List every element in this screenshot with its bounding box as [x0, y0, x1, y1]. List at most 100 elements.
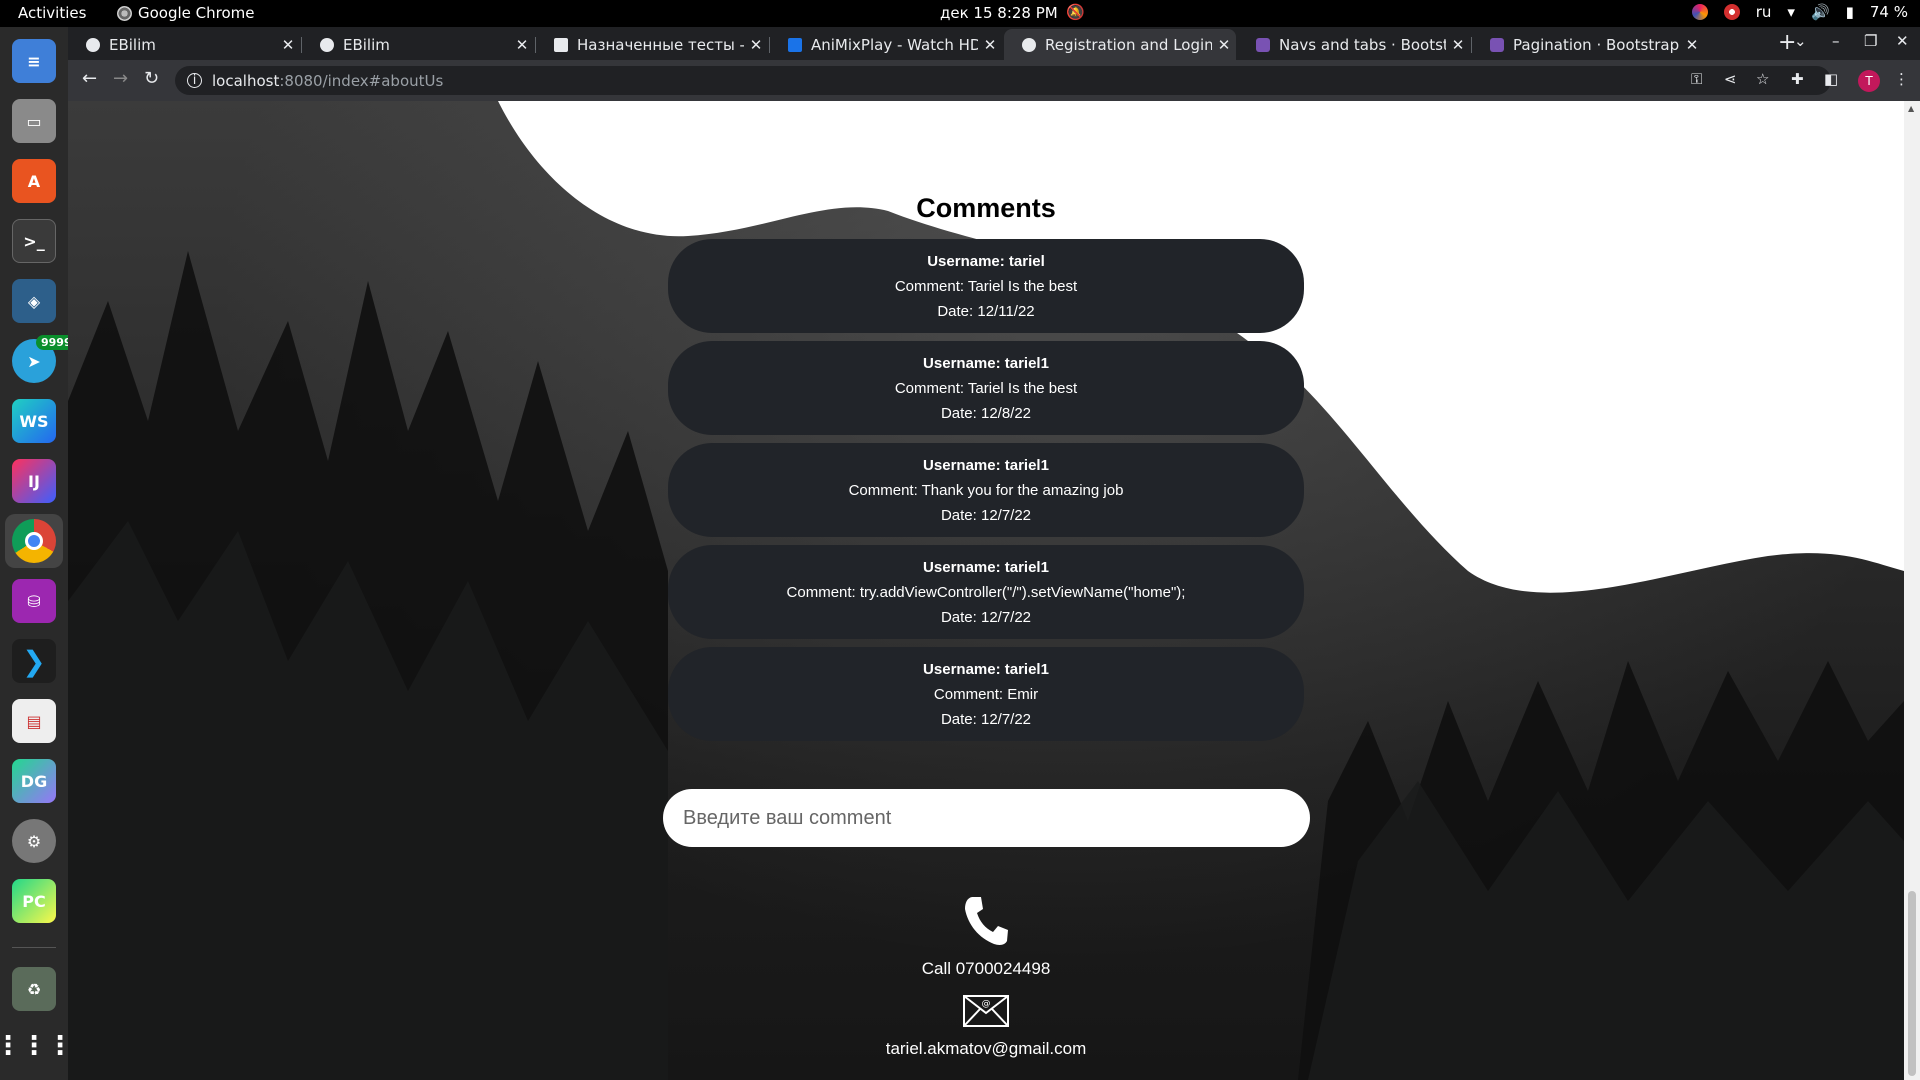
share-icon[interactable]: ⋖ [1724, 70, 1737, 88]
color-picker-icon[interactable] [1691, 4, 1708, 20]
browser-tab-active[interactable]: Registration and Login S ✕ [1004, 29, 1236, 60]
activities-button[interactable]: Activities [18, 4, 86, 22]
app-name: Google Chrome [138, 4, 255, 22]
app-menu[interactable]: Google Chrome [117, 4, 255, 22]
email-text: tariel.akmatov@gmail.com [885, 1039, 1087, 1058]
browser-tab[interactable]: Назначенные тесты - Те ✕ [536, 29, 768, 60]
comment-date: Date: 12/7/22 [940, 711, 1032, 728]
intellij-icon[interactable]: IJ [12, 459, 56, 503]
clock[interactable]: дек 15 8:28 PM [940, 4, 1058, 22]
comment-card: Username: tariel1 Comment: Thank you for… [668, 443, 1304, 537]
close-tab-icon[interactable]: ✕ [978, 36, 1002, 54]
comment-text: Comment: Tariel Is the best [894, 380, 1078, 397]
browser-tab[interactable]: AniMixPlay - Watch HD A ✕ [770, 29, 1002, 60]
show-apps-icon[interactable]: ⋮⋮⋮ [0, 1024, 73, 1068]
side-panel-icon[interactable]: ◧ [1824, 70, 1838, 88]
tab-title: Navs and tabs · Bootstra [1279, 35, 1446, 54]
document-icon [554, 37, 568, 52]
dock-separator [12, 947, 56, 948]
trash-icon[interactable]: ♻ [12, 967, 56, 1011]
volume-icon[interactable]: 🔊 [1811, 3, 1830, 21]
database-icon[interactable]: ⛁ [12, 579, 56, 623]
comment-date: Date: 12/11/22 [937, 303, 1035, 320]
comment-input[interactable] [663, 789, 1310, 847]
tab-title: AniMixPlay - Watch HD A [811, 35, 978, 54]
comment-text: Comment: Tariel Is the best [894, 278, 1078, 295]
close-tab-icon[interactable]: ✕ [510, 36, 534, 54]
close-tab-icon[interactable]: ✕ [1680, 36, 1704, 54]
tab-search-icon[interactable]: ⌄ [1794, 32, 1807, 50]
terminal-icon[interactable]: >_ [12, 219, 56, 263]
files-icon[interactable]: ▭ [12, 99, 56, 143]
vscode-icon[interactable]: ❯ [12, 639, 56, 683]
close-tab-icon[interactable]: ✕ [744, 36, 768, 54]
chrome-tray-icon[interactable] [1723, 4, 1740, 20]
phone-icon [965, 897, 1008, 945]
telegram-icon[interactable]: ➤ 9999 [12, 335, 77, 383]
close-window-icon[interactable]: ✕ [1896, 32, 1909, 50]
pycharm-icon[interactable]: PC [12, 879, 56, 923]
forward-icon[interactable]: → [113, 68, 128, 89]
tab-title: EBilim [343, 35, 390, 54]
browser-toolbar: ← → ↻ i localhost:8080/index#aboutUs ⚿ ⋖… [68, 60, 1920, 101]
comment-text: Comment: Emir [933, 686, 1039, 703]
comments-heading: Comments [916, 193, 1056, 223]
browser-tab[interactable]: Pagination · Bootstrap ✕ [1472, 29, 1704, 60]
battery-icon[interactable]: ▮ [1846, 3, 1854, 21]
tab-title: Registration and Login S [1045, 35, 1212, 54]
text-editor-icon[interactable]: ≡ [12, 39, 56, 83]
webstorm-icon[interactable]: WS [12, 399, 56, 443]
extensions-icon[interactable]: ✚ [1791, 70, 1804, 88]
comment-username: Username: tariel [927, 253, 1045, 270]
system-tray[interactable]: ru ▾ 🔊 ▮ 74 % [1691, 3, 1908, 21]
restore-icon[interactable]: ❐ [1864, 32, 1877, 50]
scroll-up-arrow-icon[interactable]: ▲ [1908, 104, 1914, 113]
comment-text: Comment: Thank you for the amazing job [848, 482, 1124, 499]
globe-icon [1022, 37, 1036, 52]
settings-icon[interactable]: ⚙ [12, 819, 56, 863]
comment-text: Comment: try.addViewController("/").setV… [786, 584, 1186, 601]
menu-kebab-icon[interactable]: ⋮ [1894, 70, 1909, 88]
tab-title: Назначенные тесты - Те [577, 35, 744, 54]
tab-title: EBilim [109, 35, 156, 54]
scrollbar-thumb[interactable] [1908, 891, 1916, 1076]
site-info-icon[interactable]: i [187, 73, 202, 88]
bootstrap-icon [1256, 37, 1270, 52]
datagrip-icon[interactable]: DG [12, 759, 56, 803]
key-icon[interactable]: ⚿ [1691, 70, 1702, 88]
mysql-workbench-icon[interactable]: ◈ [12, 279, 56, 323]
page-scrollbar[interactable]: ▲ [1904, 101, 1920, 1080]
tab-title: Pagination · Bootstrap [1513, 35, 1680, 54]
comment-username: Username: tariel1 [923, 457, 1049, 474]
minimize-icon[interactable]: – [1832, 32, 1840, 50]
globe-icon [320, 37, 334, 52]
profile-avatar[interactable]: T [1858, 70, 1880, 92]
comment-card: Username: tariel1 Comment: Tariel Is the… [668, 341, 1304, 435]
tab-strip: EBilim ✕ EBilim ✕ Назначенные тесты - Те… [68, 27, 1920, 60]
close-tab-icon[interactable]: ✕ [276, 36, 300, 54]
browser-tab[interactable]: EBilim ✕ [68, 29, 300, 60]
comment-card: Username: tariel1 Comment: try.addViewCo… [668, 545, 1304, 639]
comment-username: Username: tariel1 [923, 559, 1049, 576]
document-viewer-icon[interactable]: ▤ [12, 699, 56, 743]
comment-card: Username: tariel Comment: Tariel Is the … [668, 239, 1304, 333]
browser-tab[interactable]: EBilim ✕ [302, 29, 534, 60]
reload-icon[interactable]: ↻ [144, 68, 159, 89]
close-tab-icon[interactable]: ✕ [1212, 36, 1236, 54]
notifications-muted-icon: 🔕 [1066, 3, 1085, 21]
dock: ≡ ▭ A >_ ◈ ➤ 9999 WS IJ ⛁ ❯ ▤ DG ⚙ PC ♻ … [0, 27, 77, 1080]
keyboard-layout[interactable]: ru [1756, 3, 1772, 21]
wifi-icon[interactable]: ▾ [1787, 3, 1795, 21]
comment-date: Date: 12/7/22 [940, 609, 1032, 626]
back-icon[interactable]: ← [82, 68, 97, 89]
comment-date: Date: 12/7/22 [940, 507, 1032, 524]
close-tab-icon[interactable]: ✕ [1446, 36, 1470, 54]
chrome-icon[interactable] [12, 519, 56, 563]
system-top-bar: Activities Google Chrome дек 15 8:28 PM … [0, 0, 1920, 27]
url-host: localhost [212, 71, 280, 90]
app-center-icon[interactable]: A [12, 159, 56, 203]
comment-username: Username: tariel1 [923, 355, 1049, 372]
browser-tab[interactable]: Navs and tabs · Bootstra ✕ [1238, 29, 1470, 60]
address-bar[interactable]: i localhost:8080/index#aboutUs [175, 66, 1831, 95]
bookmark-star-icon[interactable]: ☆ [1756, 70, 1769, 88]
